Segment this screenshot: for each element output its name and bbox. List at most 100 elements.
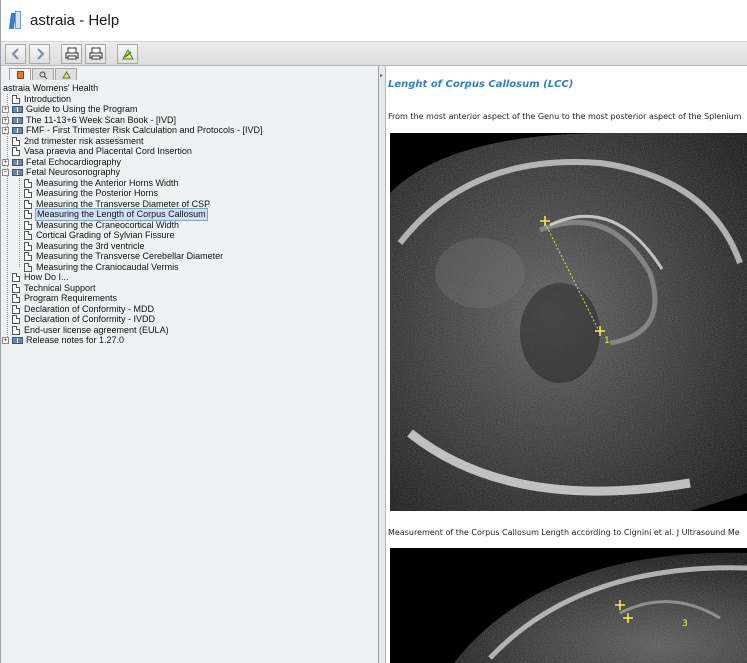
tree-item[interactable]: + Guide to Using the Program [1,104,379,115]
tree-item[interactable]: Vasa praevia and Placental Cord Insertio… [1,146,379,157]
tree-subitem[interactable]: Measuring the Posterior Horns [1,188,379,199]
astraia-app-icon [8,10,22,31]
tree-item-label: Guide to Using the Program [26,104,138,114]
tree-root[interactable]: astraia Womens' Health [1,83,379,94]
expand-icon[interactable]: + [2,158,9,166]
tab-contents[interactable] [9,68,31,80]
ultrasound-image-measurement: 3 [390,548,747,663]
book-icon [12,116,23,124]
tree-item[interactable]: Technical Support [1,283,379,294]
tree-root-label: astraia Womens' Health [3,83,99,93]
help-window: astraia - Help astraia Womens' Health In… [0,0,747,663]
tree-item-label: Measuring the Posterior Horns [36,188,159,198]
topic-description: From the most anterior aspect of the Gen… [388,112,742,121]
tree-item[interactable]: Declaration of Conformity - MDD [1,304,379,315]
back-button[interactable] [5,43,26,64]
tree-item[interactable]: − Fetal Neurosonography [1,167,379,178]
page-icon [12,294,20,303]
tree-item-label: Measuring the Craniocaudal Vermis [36,261,179,272]
tree-item-label: FMF - First Trimester Risk Calculation a… [26,125,263,135]
tree-item-label: Measuring the Transverse Cerebellar Diam… [36,251,224,261]
page-icon [12,273,20,282]
page-icon [24,210,32,219]
tree-item-label: The 11-13+6 Week Scan Book - [IVD] [26,114,176,125]
tree-item[interactable]: + Release notes for 1.27.0 [1,335,379,346]
chevron-left-icon [11,47,19,60]
tree-item-label: Measuring the Length of Corpus Callosum [35,208,208,221]
expand-icon[interactable]: + [2,116,9,124]
search-icon [39,71,47,79]
tree-item[interactable]: End-user license agreement (EULA) [1,325,379,336]
tree-item-label: Introduction [24,93,72,104]
collapse-arrow-icon[interactable]: ▸ [380,72,383,79]
page-icon [24,199,32,209]
tree-item-label: End-user license agreement (EULA) [24,324,169,335]
page-title: Lenght of Corpus Callosum (LCC) [388,79,574,90]
book-icon [12,169,23,176]
page-icon [12,94,20,104]
tree-item[interactable]: How Do I... [1,272,379,283]
tree-item-label: 2nd trimester risk assessment [24,135,144,146]
tree-item-label: Declaration of Conformity - IVDD [24,314,156,324]
tree-item[interactable]: + Fetal Echocardiography [1,157,379,168]
tree-item[interactable]: 2nd trimester risk assessment [1,136,379,147]
page-icon [12,315,20,324]
expand-icon[interactable]: + [2,106,9,113]
tree-item-label: Measuring the 3rd ventricle [36,240,145,251]
page-icon [24,262,32,272]
book-icon [12,337,23,344]
tree-subitem[interactable]: Measuring the Transverse Diameter of CSP [1,199,379,210]
tree-item[interactable]: Program Requirements [1,293,379,304]
chevron-right-icon [36,47,44,60]
contents-tree: astraia Womens' Health Introduction + Guide… [1,83,379,346]
page-icon [12,147,20,156]
page-icon [12,136,20,146]
tab-favorites[interactable] [55,68,77,80]
tree-item[interactable]: + The 11-13+6 Week Scan Book - [IVD] [1,115,379,126]
page-icon [12,325,20,335]
tree-item[interactable]: Declaration of Conformity - IVDD [1,314,379,325]
book-icon [12,106,23,113]
caliper-label: 1 [604,336,610,346]
content-pane: Lenght of Corpus Callosum (LCC) From the… [386,66,747,663]
tree-item-label: Cortical Grading of Sylvian Fissure [36,230,175,240]
forward-button[interactable] [29,43,50,64]
tree-item[interactable]: + FMF - First Trimester Risk Calculation … [1,125,379,136]
tree-item-label: Declaration of Conformity - MDD [24,303,155,314]
tree-item-label: Fetal Echocardiography [26,156,122,167]
navigation-pane: astraia Womens' Health Introduction + Guide… [1,66,379,663]
collapse-icon[interactable]: − [2,169,9,176]
tree-item[interactable]: Introduction [1,94,379,105]
expand-icon[interactable]: + [2,127,9,134]
tree-subitem[interactable]: Measuring the Craneocortical Width [1,220,379,231]
tab-search[interactable] [32,68,54,80]
tree-subitem[interactable]: Measuring the Transverse Cerebellar Diam… [1,251,379,262]
favorites-icon [61,70,71,78]
page-icon [24,178,32,188]
tree-subitem[interactable]: Cortical Grading of Sylvian Fissure [1,230,379,241]
tree-item-label: Measuring the Transverse Diameter of CSP [36,198,211,209]
tree-item-label: Measuring the Anterior Horns Width [36,177,179,188]
tree-item-label: How Do I... [24,272,69,282]
tree-subitem[interactable]: Measuring the Anterior Horns Width [1,178,379,189]
page-icon [24,220,32,230]
nav-tabstrip [1,66,378,80]
print-button[interactable] [61,43,82,64]
tree-item-label: Fetal Neurosonography [26,167,121,177]
book-icon [12,158,23,166]
ultrasound-image-midsagittal: 1 [390,133,747,511]
tree-subitem[interactable]: Measuring the Length of Corpus Callosum [1,208,379,221]
page-icon [24,252,32,261]
tree-item-label: Release notes for 1.27.0 [26,335,125,345]
pane-splitter[interactable]: ▸ [379,66,386,663]
tree-item-label: Vasa praevia and Placental Cord Insertio… [24,146,192,156]
image-caption: Measurement of the Corpus Callosum Lengt… [388,528,740,537]
expand-icon[interactable]: + [2,337,9,344]
page-icon [24,241,32,251]
toolbar [1,42,747,66]
tree-item-label: Program Requirements [24,293,118,303]
tree-subitem[interactable]: Measuring the Craniocaudal Vermis [1,262,379,273]
print-setup-button[interactable] [85,43,106,64]
options-button[interactable] [117,43,138,64]
tree-subitem[interactable]: Measuring the 3rd ventricle [1,241,379,252]
